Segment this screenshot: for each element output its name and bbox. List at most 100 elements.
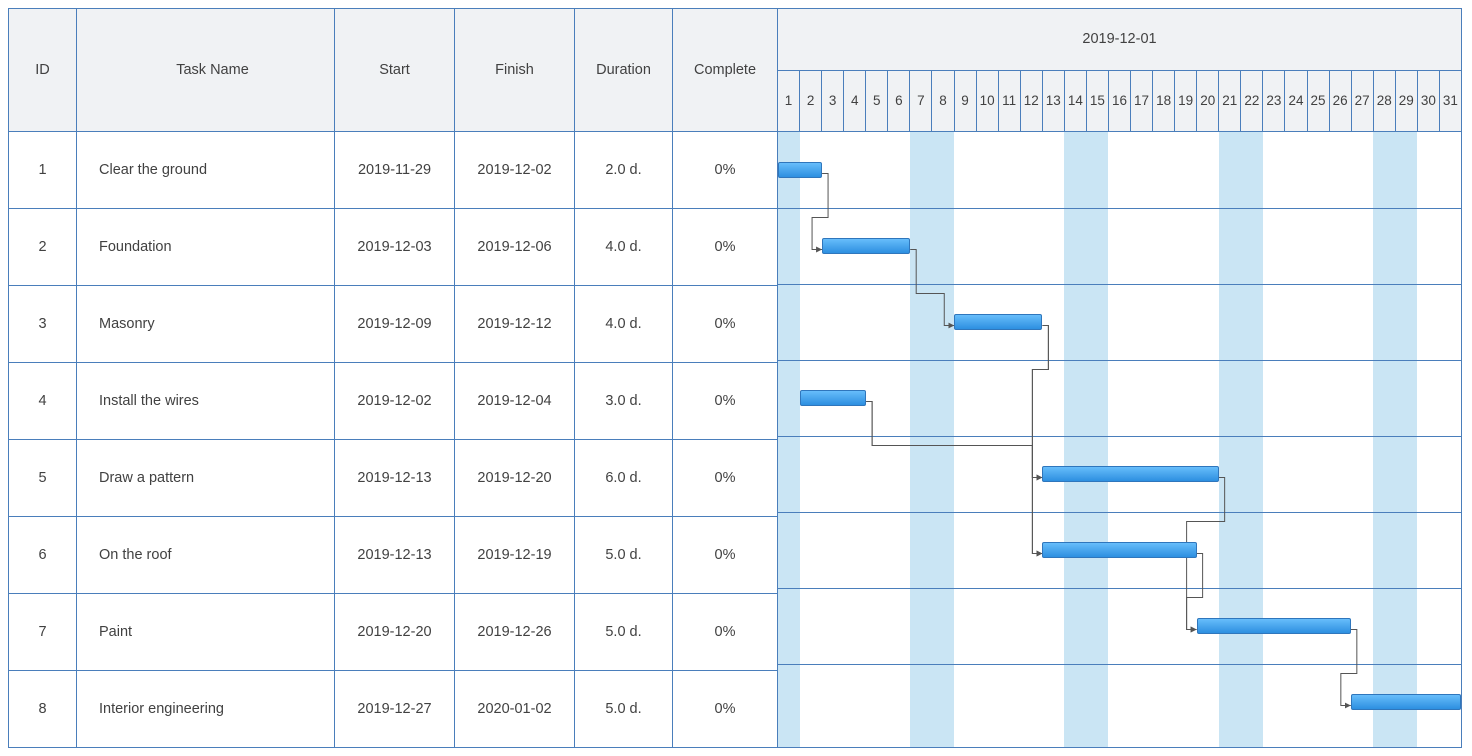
day-header-cell: 30: [1418, 71, 1440, 132]
weekend-stripe: [1219, 132, 1241, 747]
col-header-name: Task Name: [77, 9, 335, 131]
cell-complete: 0%: [673, 594, 777, 670]
cell-finish: 2020-01-02: [455, 671, 575, 747]
weekend-stripe: [1064, 132, 1086, 747]
task-table: ID Task Name Start Finish Duration Compl…: [9, 9, 778, 747]
day-header-cell: 20: [1197, 71, 1219, 132]
cell-id: 3: [9, 286, 77, 362]
table-row[interactable]: 3Masonry2019-12-092019-12-124.0 d.0%: [9, 286, 777, 363]
day-header-cell: 29: [1396, 71, 1418, 132]
col-header-start: Start: [335, 9, 455, 131]
table-row[interactable]: 7Paint2019-12-202019-12-265.0 d.0%: [9, 594, 777, 671]
table-row[interactable]: 6On the roof2019-12-132019-12-195.0 d.0%: [9, 517, 777, 594]
cell-finish: 2019-12-12: [455, 286, 575, 362]
cell-start: 2019-12-13: [335, 440, 455, 516]
day-header-cell: 19: [1175, 71, 1197, 132]
timeline-header: 2019-12-01 12345678910111213141516171819…: [778, 9, 1461, 132]
gantt-bar[interactable]: [1042, 542, 1196, 558]
dependency-arrow: [1032, 326, 1048, 478]
gantt-bar[interactable]: [1351, 694, 1461, 710]
col-header-id: ID: [9, 9, 77, 131]
cell-id: 5: [9, 440, 77, 516]
cell-complete: 0%: [673, 671, 777, 747]
timeline-month-label: 2019-12-01: [778, 9, 1461, 71]
row-separator: [778, 284, 1461, 285]
day-header-cell: 6: [888, 71, 910, 132]
day-header-cell: 8: [932, 71, 954, 132]
cell-name: Install the wires: [77, 363, 335, 439]
gantt-bar[interactable]: [1042, 466, 1218, 482]
cell-complete: 0%: [673, 363, 777, 439]
day-header-cell: 17: [1131, 71, 1153, 132]
day-header-cell: 10: [977, 71, 999, 132]
cell-name: Paint: [77, 594, 335, 670]
day-header-cell: 11: [999, 71, 1021, 132]
col-header-complete: Complete: [673, 9, 777, 131]
day-header-cell: 7: [910, 71, 932, 132]
table-row[interactable]: 5Draw a pattern2019-12-132019-12-206.0 d…: [9, 440, 777, 517]
row-separator: [778, 436, 1461, 437]
cell-id: 8: [9, 671, 77, 747]
weekend-stripe: [1373, 132, 1395, 747]
day-header-cell: 4: [844, 71, 866, 132]
gantt-bar[interactable]: [822, 238, 910, 254]
cell-duration: 5.0 d.: [575, 594, 673, 670]
row-separator: [778, 664, 1461, 665]
cell-name: Foundation: [77, 209, 335, 285]
day-header-cell: 14: [1065, 71, 1087, 132]
cell-complete: 0%: [673, 286, 777, 362]
table-header-row: ID Task Name Start Finish Duration Compl…: [9, 9, 777, 132]
day-header-cell: 13: [1043, 71, 1065, 132]
weekend-stripe: [910, 132, 932, 747]
weekend-stripe: [778, 132, 800, 747]
table-row[interactable]: 1Clear the ground2019-11-292019-12-022.0…: [9, 132, 777, 209]
day-header-cell: 27: [1352, 71, 1374, 132]
cell-id: 4: [9, 363, 77, 439]
day-header-cell: 21: [1219, 71, 1241, 132]
cell-start: 2019-12-09: [335, 286, 455, 362]
gantt-bar[interactable]: [778, 162, 822, 178]
gantt-bar[interactable]: [800, 390, 866, 406]
day-header-cell: 2: [800, 71, 822, 132]
day-header-cell: 28: [1374, 71, 1396, 132]
cell-name: On the roof: [77, 517, 335, 593]
cell-finish: 2019-12-26: [455, 594, 575, 670]
table-row[interactable]: 4Install the wires2019-12-022019-12-043.…: [9, 363, 777, 440]
cell-finish: 2019-12-20: [455, 440, 575, 516]
day-header-cell: 9: [955, 71, 977, 132]
cell-start: 2019-12-27: [335, 671, 455, 747]
cell-duration: 4.0 d.: [575, 209, 673, 285]
table-row[interactable]: 2Foundation2019-12-032019-12-064.0 d.0%: [9, 209, 777, 286]
cell-finish: 2019-12-06: [455, 209, 575, 285]
cell-finish: 2019-12-19: [455, 517, 575, 593]
cell-start: 2019-12-02: [335, 363, 455, 439]
day-header-cell: 3: [822, 71, 844, 132]
gantt-bar[interactable]: [1197, 618, 1351, 634]
cell-start: 2019-12-13: [335, 517, 455, 593]
day-header-cell: 23: [1263, 71, 1285, 132]
col-header-finish: Finish: [455, 9, 575, 131]
cell-finish: 2019-12-02: [455, 132, 575, 208]
cell-complete: 0%: [673, 209, 777, 285]
row-separator: [778, 360, 1461, 361]
timeline-day-scale: 1234567891011121314151617181920212223242…: [778, 71, 1461, 132]
weekend-stripe: [1241, 132, 1263, 747]
weekend-stripe: [1086, 132, 1108, 747]
cell-name: Interior engineering: [77, 671, 335, 747]
dependency-arrow: [866, 402, 1042, 554]
row-separator: [778, 588, 1461, 589]
weekend-stripe: [932, 132, 954, 747]
day-header-cell: 22: [1241, 71, 1263, 132]
cell-id: 6: [9, 517, 77, 593]
cell-complete: 0%: [673, 517, 777, 593]
gantt-timeline: 2019-12-01 12345678910111213141516171819…: [778, 9, 1461, 747]
cell-id: 7: [9, 594, 77, 670]
timeline-body: [778, 132, 1461, 747]
cell-id: 2: [9, 209, 77, 285]
row-separator: [778, 512, 1461, 513]
cell-duration: 3.0 d.: [575, 363, 673, 439]
cell-complete: 0%: [673, 132, 777, 208]
gantt-bar[interactable]: [954, 314, 1042, 330]
table-row[interactable]: 8Interior engineering2019-12-272020-01-0…: [9, 671, 777, 747]
cell-duration: 6.0 d.: [575, 440, 673, 516]
